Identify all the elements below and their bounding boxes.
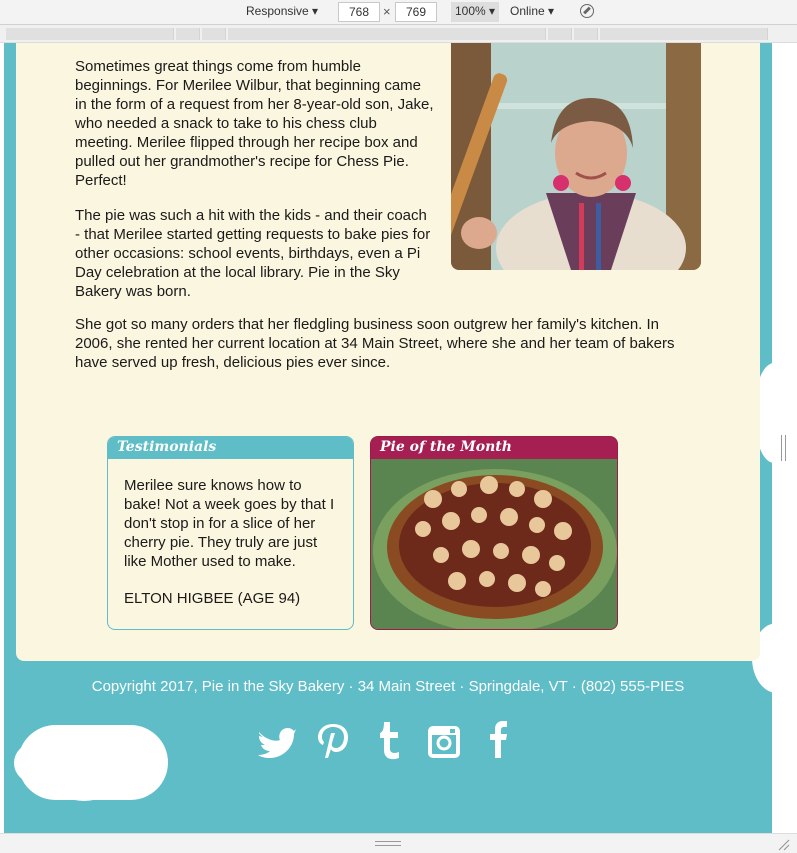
pie-of-month-panel: Pie of the Month [370, 436, 618, 630]
testimonial-author: ELTON HIGBEE (AGE 94) [124, 590, 301, 607]
about-story: Sometimes great things come from humble … [75, 57, 435, 317]
resize-bar-bottom [0, 833, 797, 853]
cloud-decoration [14, 743, 54, 783]
cloud-decoration [54, 763, 114, 801]
viewport-height-input[interactable]: 769 [395, 2, 437, 22]
instagram-icon[interactable] [424, 718, 464, 762]
rotate-icon[interactable] [580, 4, 594, 18]
owner-photo [451, 43, 701, 270]
content-card: Sometimes great things come from humble … [16, 43, 760, 661]
throttle-select[interactable]: Online ▾ [510, 4, 554, 18]
ruler-segment[interactable] [176, 28, 200, 40]
viewport-width-input[interactable]: 768 [338, 2, 380, 22]
testimonials-heading: Testimonials [108, 437, 353, 459]
ruler-segment[interactable] [548, 28, 572, 40]
page-viewport: Sometimes great things come from humble … [4, 43, 772, 833]
pie-photo [371, 459, 617, 629]
media-query-ruler [0, 25, 797, 43]
zoom-select[interactable]: 100% ▾ [451, 2, 500, 22]
story-paragraph: The pie was such a hit with the kids - a… [75, 207, 431, 300]
footer-copyright: Copyright 2017, Pie in the Sky Bakery · … [91, 678, 685, 695]
device-select[interactable]: Responsive ▾ [246, 4, 318, 18]
resize-handle-right[interactable] [781, 435, 786, 461]
facebook-icon[interactable] [478, 718, 518, 762]
testimonials-panel: Testimonials Merilee sure knows how to b… [107, 436, 354, 630]
ruler-segment[interactable] [600, 28, 768, 40]
resize-handle-bottom[interactable] [375, 841, 401, 846]
pinterest-icon[interactable] [313, 718, 353, 762]
ruler-segment[interactable] [228, 28, 546, 40]
ruler-segment[interactable] [574, 28, 598, 40]
resize-corner-icon[interactable] [776, 837, 790, 851]
dimension-separator: × [383, 4, 391, 19]
ruler-segment[interactable] [202, 28, 226, 40]
story-paragraph: She got so many orders that her fledglin… [75, 316, 675, 371]
story-paragraph: Sometimes great things come from humble … [75, 58, 434, 189]
testimonial-quote: Merilee sure knows how to bake! Not a we… [124, 477, 335, 570]
pie-of-month-heading: Pie of the Month [371, 437, 617, 459]
ruler-segment[interactable] [6, 28, 174, 40]
tumblr-icon[interactable] [370, 718, 410, 762]
twitter-icon[interactable] [256, 718, 296, 762]
device-toolbar: Responsive ▾ 768 × 769 100% ▾ Online ▾ [0, 0, 797, 25]
